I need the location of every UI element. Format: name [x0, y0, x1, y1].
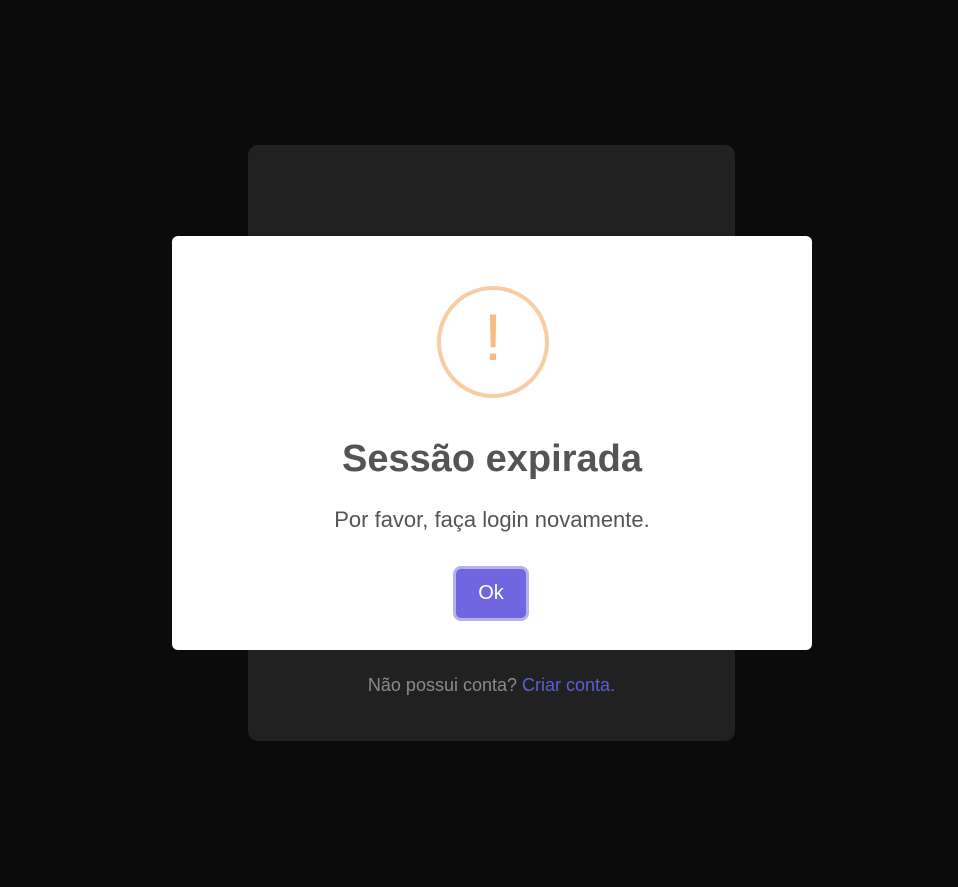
session-expired-dialog: ! Sessão expirada Por favor, faça login …	[172, 236, 812, 650]
exclamation-mark: !	[483, 300, 503, 374]
dialog-title: Sessão expirada	[342, 438, 642, 480]
warning-icon: !	[437, 286, 549, 398]
ok-button[interactable]: Ok	[456, 569, 526, 618]
dialog-message: Por favor, faça login novamente.	[334, 507, 650, 532]
modal-overlay: ! Sessão expirada Por favor, faça login …	[0, 0, 958, 887]
